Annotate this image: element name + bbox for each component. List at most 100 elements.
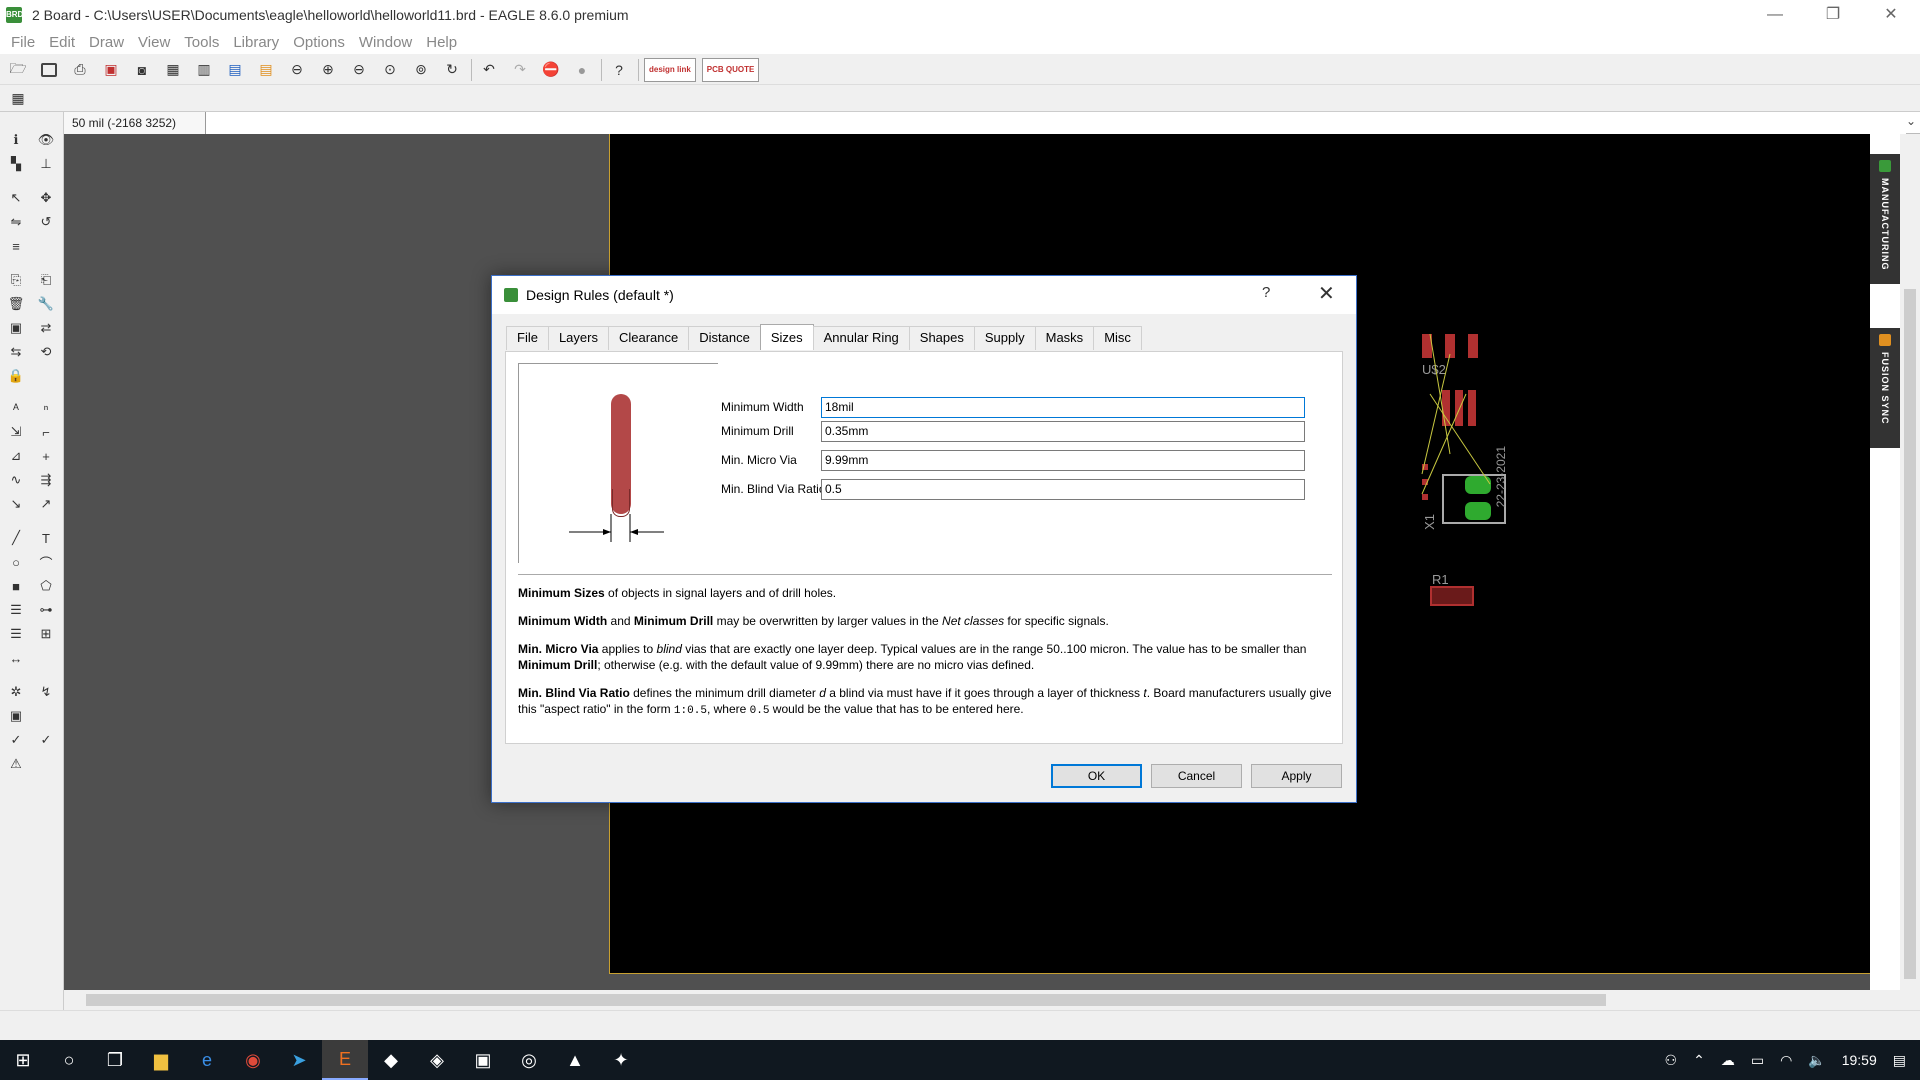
open-icon[interactable]: 🗁 (6, 58, 30, 82)
change-icon[interactable]: ⟲ (36, 342, 56, 362)
tab-layers[interactable]: Layers (547, 326, 609, 350)
clock[interactable]: 19:59 (1842, 1052, 1877, 1068)
swap-icon[interactable]: ⇆ (6, 342, 26, 362)
start-icon[interactable]: ⊞ (0, 1040, 46, 1080)
cam-icon[interactable]: ▣ (99, 58, 123, 82)
zoom-in-icon[interactable]: ⊕ (316, 58, 340, 82)
tab-annular-ring[interactable]: Annular Ring (812, 326, 910, 350)
edge-icon[interactable]: e (184, 1040, 230, 1080)
min-width-field[interactable] (821, 396, 1305, 418)
script-icon[interactable]: ▤ (223, 58, 247, 82)
rotate-icon[interactable]: ↺ (36, 212, 56, 232)
command-input[interactable] (206, 112, 1906, 134)
paste-icon[interactable]: ⎗ (36, 270, 56, 290)
split-icon[interactable]: ⊿ (6, 446, 26, 466)
library-icon[interactable]: ▥ (192, 58, 216, 82)
signal-icon[interactable]: ⊶ (36, 600, 56, 620)
close-button[interactable]: ✕ (1862, 0, 1920, 30)
menu-edit[interactable]: Edit (42, 34, 82, 51)
tab-masks[interactable]: Masks (1034, 326, 1095, 350)
tab-shapes[interactable]: Shapes (908, 326, 975, 350)
arc-icon[interactable]: ⌒ (36, 552, 56, 572)
wrench-icon[interactable]: 🔧 (36, 294, 56, 314)
erc-board-icon[interactable]: ▣ (6, 706, 26, 726)
print-icon[interactable]: ⎙ (68, 58, 92, 82)
app-icon[interactable]: ◎ (506, 1040, 552, 1080)
menu-file[interactable]: File (4, 34, 42, 51)
attribute-icon[interactable]: ⊞ (36, 624, 56, 644)
info-icon[interactable]: ℹ (6, 130, 26, 150)
eagle-icon[interactable]: E (322, 1040, 368, 1080)
smash-icon[interactable]: ⇲ (6, 422, 26, 442)
minimize-button[interactable]: — (1746, 0, 1804, 30)
text-icon[interactable]: T (36, 528, 56, 548)
warning-icon[interactable]: ⚠ (6, 754, 26, 774)
app-icon[interactable]: ◆ (368, 1040, 414, 1080)
name-icon[interactable]: ᴬ (6, 398, 26, 418)
task-view-icon[interactable]: ❐ (92, 1040, 138, 1080)
onedrive-icon[interactable]: ☁ (1721, 1052, 1735, 1069)
rect-icon[interactable]: ■ (6, 576, 26, 596)
grid-icon[interactable]: ▦ (6, 87, 30, 111)
tab-sizes[interactable]: Sizes (759, 324, 814, 350)
dialog-close-button[interactable]: ✕ (1318, 281, 1335, 306)
chrome-icon[interactable]: ◉ (230, 1040, 276, 1080)
scroll-thumb[interactable] (1904, 289, 1916, 979)
move-all-icon[interactable]: ✥ (36, 188, 56, 208)
redo-icon[interactable]: ↷ (508, 58, 532, 82)
micro-via-field[interactable] (821, 449, 1305, 471)
tab-supply[interactable]: Supply (973, 326, 1036, 350)
design-link-button[interactable]: design link (644, 57, 696, 82)
ok-button[interactable]: OK (1051, 764, 1142, 788)
scroll-thumb[interactable] (86, 994, 1606, 1006)
chevron-down-icon[interactable]: ⌄ (1906, 114, 1916, 128)
blind-ratio-field[interactable] (821, 478, 1305, 500)
save-icon[interactable] (37, 58, 61, 82)
vertical-scrollbar[interactable] (1900, 134, 1920, 990)
menu-library[interactable]: Library (226, 34, 286, 51)
circle-icon[interactable]: ○ (6, 552, 26, 572)
copy-icon[interactable]: ⎘ (6, 270, 26, 290)
erc-icon[interactable]: ✓ (6, 730, 26, 750)
zoom-last-icon[interactable]: ⊚ (409, 58, 433, 82)
hole-icon[interactable]: ☰ (6, 624, 26, 644)
horizontal-scrollbar[interactable] (64, 990, 1920, 1010)
mirror-icon[interactable]: ⇋ (6, 212, 26, 232)
menu-help[interactable]: Help (419, 34, 464, 51)
resistor-r1[interactable] (1430, 586, 1474, 606)
battery-icon[interactable]: ▭ (1751, 1052, 1764, 1069)
notifications-icon[interactable]: ▤ (1893, 1052, 1906, 1069)
go-icon[interactable]: ● (570, 58, 594, 82)
cancel-button[interactable]: Cancel (1151, 764, 1242, 788)
app-icon[interactable]: ◈ (414, 1040, 460, 1080)
ripup-icon[interactable]: ↗ (36, 494, 56, 514)
apply-button[interactable]: Apply (1251, 764, 1342, 788)
tab-clearance[interactable]: Clearance (607, 326, 690, 350)
help-button[interactable]: ? (1262, 284, 1270, 301)
move-icon[interactable]: ↖ (6, 188, 26, 208)
ulp-icon[interactable]: ▤ (254, 58, 278, 82)
route-multi-icon[interactable]: ⇶ (36, 470, 56, 490)
via-icon[interactable]: ☰ (6, 600, 26, 620)
tab-distance[interactable]: Distance (688, 326, 761, 350)
stop-icon[interactable]: ⛔ (539, 58, 563, 82)
group-icon[interactable]: ▣ (6, 318, 26, 338)
zoom-out-icon[interactable]: ⊖ (347, 58, 371, 82)
menu-draw[interactable]: Draw (82, 34, 131, 51)
mark-icon[interactable]: ⊥ (36, 154, 56, 174)
chevron-up-icon[interactable]: ⌃ (1693, 1052, 1705, 1069)
optimize-icon[interactable]: + (36, 446, 56, 466)
tab-misc[interactable]: Misc (1093, 326, 1142, 350)
manufacturing-tab[interactable]: MANUFACTURING (1870, 154, 1900, 284)
fusion-sync-tab[interactable]: FUSION SYNC (1870, 328, 1900, 448)
polygon-icon[interactable]: ⬠ (36, 576, 56, 596)
miter-icon[interactable]: ⌐ (36, 422, 56, 442)
people-icon[interactable]: ⚇ (1665, 1052, 1678, 1069)
delete-icon[interactable]: 🗑 (6, 294, 26, 314)
menu-options[interactable]: Options (286, 34, 352, 51)
help-icon[interactable]: ? (607, 58, 631, 82)
show-icon[interactable]: 👁 (36, 130, 56, 150)
line-icon[interactable]: ╱ (6, 528, 26, 548)
align-icon[interactable]: ≡ (6, 236, 26, 256)
drc-icon[interactable]: ✓ (36, 730, 56, 750)
